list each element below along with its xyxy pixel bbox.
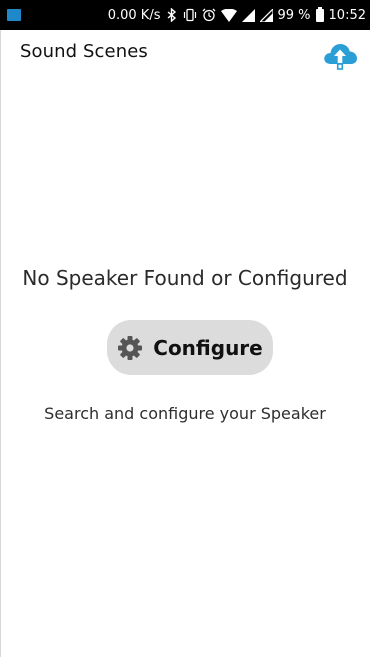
signal-icon-2 [259, 8, 273, 22]
battery-percent: 99 % [277, 7, 311, 23]
app-screen: 0.00 K/s 99 % 10:52 Sound Scenes No Spea… [0, 0, 370, 657]
cloud-upload-icon [324, 44, 357, 70]
status-right: 0.00 K/s 99 % 10:52 [108, 0, 366, 30]
bluetooth-icon [167, 8, 176, 22]
page-title: Sound Scenes [20, 41, 148, 62]
gear-icon [118, 335, 143, 360]
app-notification-icon [7, 9, 21, 21]
configure-button[interactable]: Configure [107, 320, 273, 375]
status-bar: 0.00 K/s 99 % 10:52 [0, 0, 370, 30]
wifi-icon [220, 8, 237, 22]
clock: 10:52 [328, 7, 366, 23]
configure-hint: Search and configure your Speaker [44, 404, 326, 423]
empty-state-message: No Speaker Found or Configured [22, 266, 348, 290]
alarm-icon [202, 8, 215, 22]
battery-icon [315, 6, 324, 22]
configure-button-label: Configure [153, 335, 263, 360]
network-speed: 0.00 K/s [107, 7, 161, 23]
cloud-upload-button[interactable] [322, 40, 358, 70]
screen-edge [0, 30, 1, 657]
signal-icon [241, 8, 255, 22]
vibrate-icon [183, 8, 196, 22]
